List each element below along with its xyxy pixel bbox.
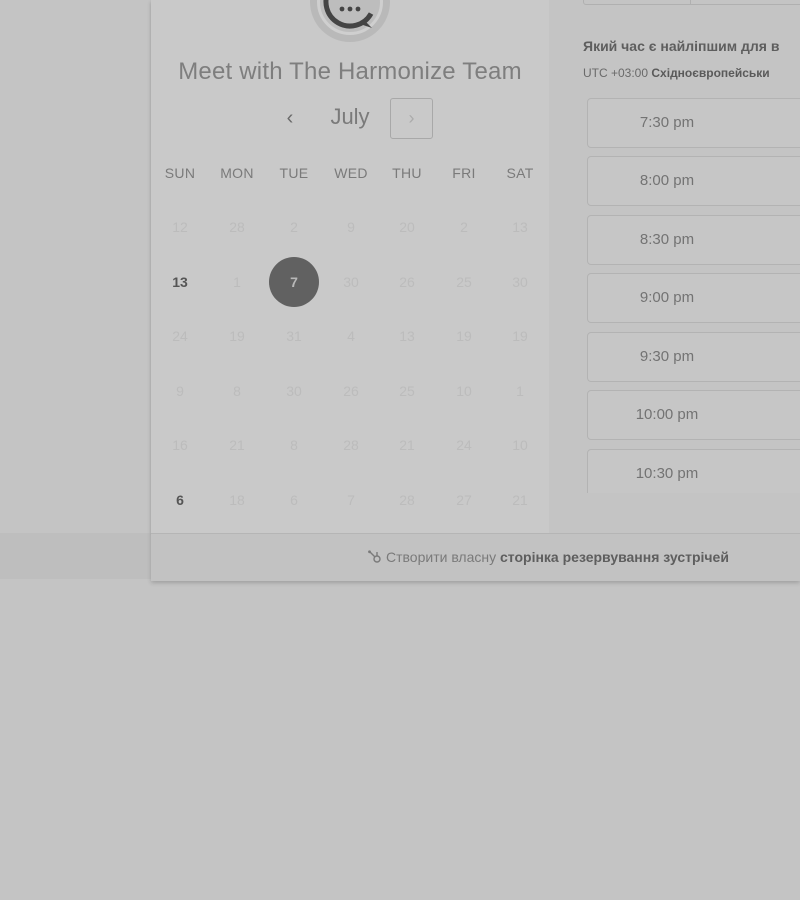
calendar-day: 25 (456, 274, 472, 290)
time-slot-list: 7:30 pm 8:00 pm 8:30 pm 9:00 pm 9:30 pm … (587, 98, 800, 493)
calendar-day: 28 (343, 437, 359, 453)
weekday-mon: MON (220, 165, 254, 181)
weekday-header: SUN MON TUE WED THU FRI SAT (151, 165, 549, 183)
calendar-day: 20 (399, 219, 415, 235)
calendar-day: 25 (399, 383, 415, 399)
chat-bubble-icon (317, 0, 383, 35)
calendar-day: 30 (512, 274, 528, 290)
time-slot-button[interactable]: 8:00 pm (587, 156, 800, 206)
calendar-day: 9 (176, 383, 184, 399)
calendar-day: 13 (512, 219, 528, 235)
calendar-day: 24 (456, 437, 472, 453)
calendar-day: 4 (347, 328, 355, 344)
weekday-thu: THU (392, 165, 422, 181)
timezone-offset: UTC +03:00 (583, 66, 649, 80)
calendar-day-selected[interactable]: 7 (269, 257, 319, 307)
meetings-widget: Meet with The Harmonize Team ‹ July › SU… (151, 0, 800, 581)
calendar-grid: 12 28 2 9 20 2 13 13 1 7 30 26 25 30 24 … (151, 200, 549, 530)
calendar-day: 28 (229, 219, 245, 235)
calendar-day: 13 (399, 328, 415, 344)
footer-link-text[interactable]: сторінка резервування зустрічей (500, 549, 729, 565)
time-slot-button[interactable]: 8:30 pm (587, 215, 800, 265)
hubspot-sprocket-icon (367, 550, 383, 564)
duration-tabs[interactable] (583, 0, 800, 5)
time-question-heading: Який час є найліпшим для в (583, 38, 780, 54)
calendar-panel: Meet with The Harmonize Team ‹ July › SU… (151, 0, 549, 533)
weekday-fri: FRI (452, 165, 476, 181)
calendar-day-available[interactable]: 13 (155, 257, 205, 307)
timezone-name: Східноєвропейськи (651, 66, 770, 80)
footer-prefix: Створити власну (386, 549, 497, 565)
selected-day-label: 7 (290, 274, 298, 290)
time-slot-button[interactable]: 10:00 pm (587, 390, 800, 440)
time-slot-button[interactable]: 9:30 pm (587, 332, 800, 382)
time-slot-button[interactable]: 7:30 pm (587, 98, 800, 148)
calendar-day: 30 (286, 383, 302, 399)
calendar-day: 16 (172, 437, 188, 453)
calendar-day: 2 (290, 219, 298, 235)
calendar-day: 26 (343, 383, 359, 399)
next-month-button[interactable]: › (390, 98, 433, 139)
calendar-day: 30 (343, 274, 359, 290)
calendar-day: 21 (512, 492, 528, 508)
calendar-day: 6 (290, 492, 298, 508)
calendar-day-available[interactable]: 6 (155, 475, 205, 525)
previous-month-button[interactable]: ‹ (274, 102, 306, 134)
page-title: Meet with The Harmonize Team (178, 58, 522, 85)
calendar-day: 28 (399, 492, 415, 508)
time-slot-button[interactable]: 10:30 pm (587, 449, 800, 493)
calendar-day: 8 (233, 383, 241, 399)
avatar (310, 0, 390, 42)
calendar-day: 2 (460, 219, 468, 235)
calendar-day: 9 (347, 219, 355, 235)
calendar-day: 12 (172, 219, 188, 235)
calendar-day: 19 (229, 328, 245, 344)
footer: Створити власну сторінка резервування зу… (151, 533, 800, 581)
calendar-day: 18 (229, 492, 245, 508)
calendar-day: 7 (347, 492, 355, 508)
calendar-day: 24 (172, 328, 188, 344)
calendar-day: 10 (512, 437, 528, 453)
calendar-day: 21 (399, 437, 415, 453)
calendar-day: 1 (233, 274, 241, 290)
calendar-day: 27 (456, 492, 472, 508)
calendar-day: 26 (399, 274, 415, 290)
calendar-day: 1 (516, 383, 524, 399)
footer-link[interactable]: Створити власну сторінка резервування зу… (367, 549, 729, 565)
calendar-day: 19 (456, 328, 472, 344)
time-selection-pane: Який час є найліпшим для в UTC +03:00 Сх… (549, 0, 800, 533)
calendar-day: 10 (456, 383, 472, 399)
calendar-day: 21 (229, 437, 245, 453)
timezone-selector[interactable]: UTC +03:00 Східноєвропейськи (583, 66, 800, 80)
weekday-sun: SUN (164, 165, 196, 181)
weekday-sat: SAT (506, 165, 534, 181)
calendar-day: 31 (286, 328, 302, 344)
month-navigation: ‹ July › (151, 98, 549, 140)
weekday-wed: WED (334, 165, 368, 181)
backdrop-band (0, 533, 152, 579)
time-slot-button[interactable]: 9:00 pm (587, 273, 800, 323)
weekday-tue: TUE (279, 165, 309, 181)
calendar-day: 19 (512, 328, 528, 344)
calendar-day: 8 (290, 437, 298, 453)
tab-divider (690, 0, 691, 5)
month-label: July (330, 104, 370, 129)
